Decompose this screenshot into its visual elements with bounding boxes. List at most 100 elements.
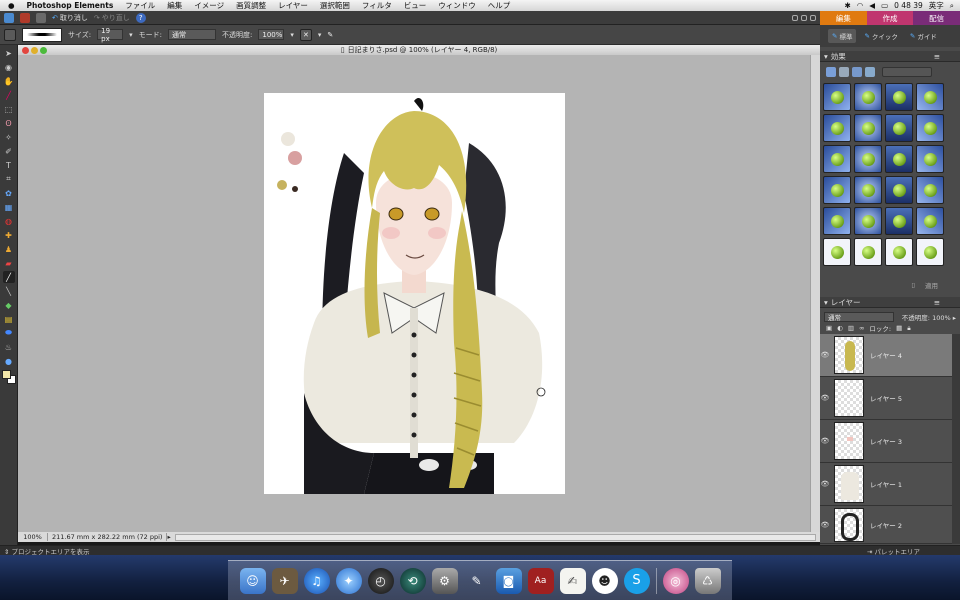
project-bin-toggle[interactable]: ⇕ プロジェクトエリアを表示 xyxy=(4,546,90,556)
healing-brush-tool-icon[interactable]: ✚ xyxy=(3,229,15,241)
input-method[interactable]: 英字 xyxy=(929,0,944,11)
doc-minimize-icon[interactable] xyxy=(31,46,38,54)
menu-image[interactable]: イメージ xyxy=(194,0,224,11)
layer-opacity-field[interactable]: 100% xyxy=(932,314,951,322)
volume-icon[interactable]: ◀ xyxy=(869,1,875,10)
document-dimensions[interactable]: 211.67 mm x 282.22 mm (72 ppi) xyxy=(48,533,168,541)
layer-styles-icon[interactable] xyxy=(839,67,849,77)
eye-icon[interactable]: 👁︎ xyxy=(820,394,830,402)
menu-window[interactable]: ウィンドウ xyxy=(438,0,476,11)
type-tool-icon[interactable]: T xyxy=(3,159,15,171)
size-field[interactable]: 19 px xyxy=(97,27,124,43)
gradient-tool-icon[interactable]: ▤ xyxy=(3,313,15,325)
effect-thumbnail[interactable] xyxy=(854,176,882,204)
panel-menu-icon[interactable]: ≡ xyxy=(934,298,940,307)
menu-app[interactable]: Photoshop Elements xyxy=(27,1,114,10)
palette-bin-toggle[interactable]: ⇥ パレットエリア xyxy=(867,546,960,556)
effect-thumbnail[interactable] xyxy=(916,83,944,111)
bluetooth-icon[interactable]: ✱ xyxy=(844,1,850,10)
apple-menu-icon[interactable]: ● xyxy=(8,1,15,10)
dictionary-icon[interactable]: Aa xyxy=(527,567,554,594)
lock-transparency-icon[interactable]: ▦ xyxy=(896,324,902,332)
dashboard-icon[interactable]: ◴ xyxy=(367,567,394,594)
menu-layer[interactable]: レイヤー xyxy=(278,0,308,11)
show-all-icon[interactable] xyxy=(865,67,875,77)
redo-button[interactable]: ↷ やり直し xyxy=(94,13,130,23)
lock-all-icon[interactable]: 🔒︎ xyxy=(907,324,910,333)
minimize-icon[interactable] xyxy=(792,14,798,21)
shape-tool-icon[interactable]: ⬬ xyxy=(3,327,15,339)
effect-thumbnail[interactable] xyxy=(916,176,944,204)
tab-guided-edit[interactable]: ✎ ガイド xyxy=(906,29,941,43)
cookie-cutter-tool-icon[interactable]: ✿ xyxy=(3,187,15,199)
maximize-icon[interactable] xyxy=(801,14,807,21)
apply-button[interactable]: 適用 xyxy=(925,280,938,290)
help-button[interactable]: ? xyxy=(135,12,146,23)
eye-icon[interactable]: 👁︎ xyxy=(820,437,830,445)
tab-edit[interactable]: 編集 xyxy=(820,11,867,25)
layer-row[interactable]: 👁︎ レイヤー 2 xyxy=(820,506,952,544)
opacity-slider-icon[interactable]: ▾ xyxy=(290,31,294,39)
paint-bucket-tool-icon[interactable]: ◆ xyxy=(3,299,15,311)
effect-thumbnail[interactable] xyxy=(916,114,944,142)
brush-icon[interactable]: ✎ xyxy=(464,568,490,594)
layer-row[interactable]: 👁︎ レイヤー 3 xyxy=(820,420,952,463)
adjustment-layer-icon[interactable]: ◐ xyxy=(837,324,843,332)
effect-thumbnail[interactable] xyxy=(854,207,882,235)
menu-filter[interactable]: フィルタ xyxy=(362,0,392,11)
close-window-icon[interactable] xyxy=(810,14,816,21)
brush-tool-button[interactable]: ╱ xyxy=(2,271,15,283)
effect-thumbnail[interactable] xyxy=(823,238,851,266)
effect-thumbnail[interactable] xyxy=(916,207,944,235)
layer-row[interactable]: 👁︎ レイヤー 5 xyxy=(820,377,952,420)
menu-help[interactable]: ヘルプ xyxy=(488,0,511,11)
effect-thumbnail[interactable] xyxy=(885,238,913,266)
undo-button[interactable]: ↶ 取り消し xyxy=(52,13,88,23)
dvd-player-icon[interactable]: ◎ xyxy=(662,567,689,594)
time-machine-icon[interactable]: ⟲ xyxy=(399,567,426,594)
delete-layer-icon[interactable]: ▥ xyxy=(848,324,854,332)
effect-thumbnail[interactable] xyxy=(823,145,851,173)
impressionist-brush-tool-icon[interactable]: ╲ xyxy=(3,285,15,297)
skype-icon[interactable]: S xyxy=(623,567,650,594)
iphoto-icon[interactable]: ◙ xyxy=(495,567,522,594)
effect-thumbnail[interactable] xyxy=(885,207,913,235)
zoom-readout[interactable]: 100% xyxy=(18,533,48,541)
airbrush-icon[interactable]: ✕ xyxy=(299,28,312,41)
effect-thumbnail[interactable] xyxy=(823,83,851,111)
battery-icon[interactable]: ▭ xyxy=(881,1,888,10)
panel-menu-icon[interactable]: ≡ xyxy=(934,52,940,61)
effect-thumbnail[interactable] xyxy=(854,238,882,266)
photo-effects-icon[interactable] xyxy=(852,67,862,77)
effects-category-select[interactable] xyxy=(882,67,932,77)
blend-mode-select[interactable]: 通常 xyxy=(824,312,894,322)
tab-quick-edit[interactable]: ✎ クイック xyxy=(860,29,901,43)
layers-scrollbar[interactable] xyxy=(952,334,960,544)
image-capture-icon[interactable]: ✈ xyxy=(271,567,298,594)
effects-panel-header[interactable]: ▾ 効果 ≡ xyxy=(820,51,960,62)
brush-preset-picker[interactable] xyxy=(22,27,62,42)
menubar-clock[interactable]: 0 48 39 xyxy=(894,1,923,10)
new-layer-icon[interactable]: ▣ xyxy=(826,324,832,332)
effect-thumbnail[interactable] xyxy=(854,145,882,173)
move-tool-icon[interactable]: ➤ xyxy=(3,47,15,59)
zoom-tool-icon[interactable]: ◉ xyxy=(3,61,15,73)
vertical-scrollbar[interactable] xyxy=(810,55,820,532)
effect-thumbnail[interactable] xyxy=(885,145,913,173)
red-eye-tool-icon[interactable]: ◍ xyxy=(3,215,15,227)
safari-icon[interactable]: ✦ xyxy=(335,567,362,594)
horizontal-scrollbar[interactable] xyxy=(174,533,816,541)
menu-enhance[interactable]: 画質調整 xyxy=(236,0,266,11)
tab-standard-edit[interactable]: ✎ 標準 xyxy=(828,29,857,43)
airbrush-dropdown-icon[interactable]: ▾ xyxy=(318,31,322,39)
layer-row[interactable]: 👁︎ レイヤー 4 xyxy=(820,334,952,377)
eye-icon[interactable]: 👁︎ xyxy=(820,521,830,529)
wifi-icon[interactable]: ◠ xyxy=(857,1,864,10)
tab-create[interactable]: 作成 xyxy=(866,11,914,25)
tab-share[interactable]: 配信 xyxy=(913,11,960,25)
opacity-field[interactable]: 100% xyxy=(258,29,285,40)
link-icon[interactable]: ∞ xyxy=(859,324,864,332)
mode-select[interactable]: 通常 xyxy=(168,29,217,40)
trash-icon[interactable]: ♺ xyxy=(694,567,721,594)
foreground-color-swatch[interactable] xyxy=(1,370,11,379)
